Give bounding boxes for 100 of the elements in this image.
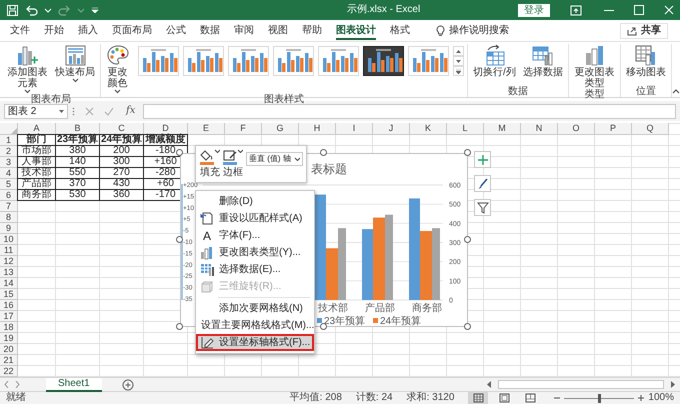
zoom-in-icon[interactable] (638, 395, 644, 401)
row-header[interactable]: 7 (0, 201, 18, 212)
ribbon-button[interactable]: 更改颜色 (104, 44, 131, 94)
row-header[interactable]: 1 (0, 135, 18, 146)
column-header[interactable]: J (373, 123, 410, 135)
resize-handle[interactable] (464, 149, 471, 156)
menu-item[interactable]: 选择数据(E)... (196, 261, 314, 278)
ribbon-button[interactable]: 选择数据 (520, 44, 565, 78)
sheet-tab[interactable]: Sheet1 (46, 378, 102, 392)
column-header[interactable]: I (336, 123, 373, 135)
row-header[interactable]: 4 (0, 168, 18, 179)
share-button[interactable]: 共享 (620, 22, 668, 38)
scroll-up-button[interactable] (453, 46, 464, 56)
column-header[interactable]: E (188, 123, 225, 135)
menu-tab[interactable]: 格式 (384, 20, 416, 42)
next-sheet-icon[interactable] (15, 381, 20, 388)
column-header[interactable]: D (144, 123, 188, 135)
column-header[interactable]: Q (632, 123, 669, 135)
collapse-ribbon-icon[interactable] (672, 89, 680, 94)
resize-handle[interactable] (320, 149, 327, 156)
resize-handle[interactable] (320, 323, 327, 330)
ribbon-button[interactable]: 更改图表类型 (572, 44, 617, 89)
save-icon[interactable] (6, 4, 19, 16)
menu-item[interactable]: 设置坐标轴格式(F)... (196, 334, 314, 351)
row-header[interactable]: 18 (0, 322, 18, 333)
customize-icon[interactable] (91, 7, 99, 13)
formula-field[interactable] (143, 104, 676, 118)
ribbon-button[interactable]: 快速布局 (53, 44, 97, 83)
chart-style-thumbnail[interactable] (363, 46, 404, 76)
zoom-out-icon[interactable] (554, 395, 560, 401)
menu-item[interactable]: 更改图表类型(Y)... (196, 244, 314, 261)
row-header[interactable]: 2 (0, 146, 18, 157)
chart-elements-button[interactable] (474, 151, 491, 168)
column-header[interactable]: F (225, 123, 262, 135)
ribbon-button[interactable]: 移动图表 (624, 44, 668, 78)
row-header[interactable]: 12 (0, 256, 18, 267)
row-header[interactable]: 10 (0, 234, 18, 245)
column-header[interactable]: P (595, 123, 632, 135)
previous-sheet-icon[interactable] (4, 381, 9, 388)
column-header[interactable]: O (558, 123, 595, 135)
name-box[interactable]: 图表 2 (4, 104, 68, 118)
menu-item[interactable]: 删除(D) (196, 193, 314, 210)
menu-item[interactable]: 添加次要网格线(N) (196, 300, 314, 317)
search-hint[interactable]: 操作说明搜索 (449, 24, 509, 36)
close-icon[interactable] (664, 5, 674, 15)
row-header[interactable]: 21 (0, 355, 18, 366)
resize-handle[interactable] (464, 236, 471, 243)
legend-label[interactable]: 23年预算 (324, 316, 366, 327)
row-header[interactable]: 5 (0, 179, 18, 190)
scroll-left-icon[interactable] (486, 381, 492, 388)
scroll-right-icon[interactable] (670, 381, 676, 388)
row-header[interactable]: 20 (0, 344, 18, 355)
column-header[interactable]: N (521, 123, 558, 135)
column-header[interactable]: L (447, 123, 484, 135)
menu-item[interactable]: 重设以匹配样式(A) (196, 210, 314, 227)
resize-handle[interactable] (176, 323, 183, 330)
row-header[interactable]: 16 (0, 300, 18, 311)
horizontal-scrollbar[interactable] (498, 380, 664, 389)
row-header[interactable]: 8 (0, 212, 18, 223)
menu-tab[interactable]: 数据 (194, 20, 226, 42)
row-header[interactable]: 15 (0, 289, 18, 300)
row-header[interactable]: 9 (0, 223, 18, 234)
menu-item[interactable]: A 字体(F)... (196, 227, 314, 244)
column-header[interactable]: K (410, 123, 447, 135)
menu-tab[interactable]: 开始 (38, 20, 70, 42)
maximize-icon[interactable] (634, 5, 644, 15)
element-dropdown[interactable]: 垂直 (值) 轴 (246, 152, 303, 166)
resize-handle[interactable] (176, 236, 183, 243)
row-header[interactable]: 17 (0, 311, 18, 322)
menu-tab[interactable]: 审阅 (228, 20, 260, 42)
more-styles-button[interactable] (453, 66, 464, 76)
scroll-down-button[interactable] (453, 56, 464, 66)
menu-tab[interactable]: 图表设计 (330, 20, 382, 42)
resize-handle[interactable] (176, 149, 183, 156)
row-header[interactable]: 11 (0, 245, 18, 256)
menu-tab[interactable]: 插入 (72, 20, 104, 42)
menu-tab[interactable]: 文件 (4, 20, 36, 42)
lightbulb-icon[interactable] (436, 24, 445, 36)
login-button[interactable]: 登录 (518, 4, 550, 16)
ribbon-display-icon[interactable] (570, 4, 582, 16)
column-header[interactable]: A (18, 123, 56, 135)
row-header[interactable]: 13 (0, 267, 18, 278)
chart-styles-button[interactable] (474, 175, 491, 192)
undo-icon[interactable] (25, 4, 38, 16)
menu-tab[interactable]: 公式 (160, 20, 192, 42)
row-header[interactable]: 19 (0, 333, 18, 344)
ribbon-button[interactable]: 切换行/列 (471, 44, 518, 78)
column-header[interactable]: G (262, 123, 299, 135)
column-header[interactable]: M (484, 123, 521, 135)
legend-label[interactable]: 24年预算 (380, 316, 422, 327)
row-header[interactable]: 3 (0, 157, 18, 168)
row-header[interactable]: 6 (0, 190, 18, 201)
row-header[interactable]: 14 (0, 278, 18, 289)
add-sheet-icon[interactable] (122, 378, 134, 390)
insert-function-button[interactable]: fx (122, 105, 140, 117)
chart-title[interactable]: 表标题 (311, 162, 347, 176)
resize-handle[interactable] (464, 323, 471, 330)
view-button[interactable] (468, 392, 488, 404)
menu-tab[interactable]: 帮助 (296, 20, 328, 42)
column-header[interactable]: H (299, 123, 336, 135)
